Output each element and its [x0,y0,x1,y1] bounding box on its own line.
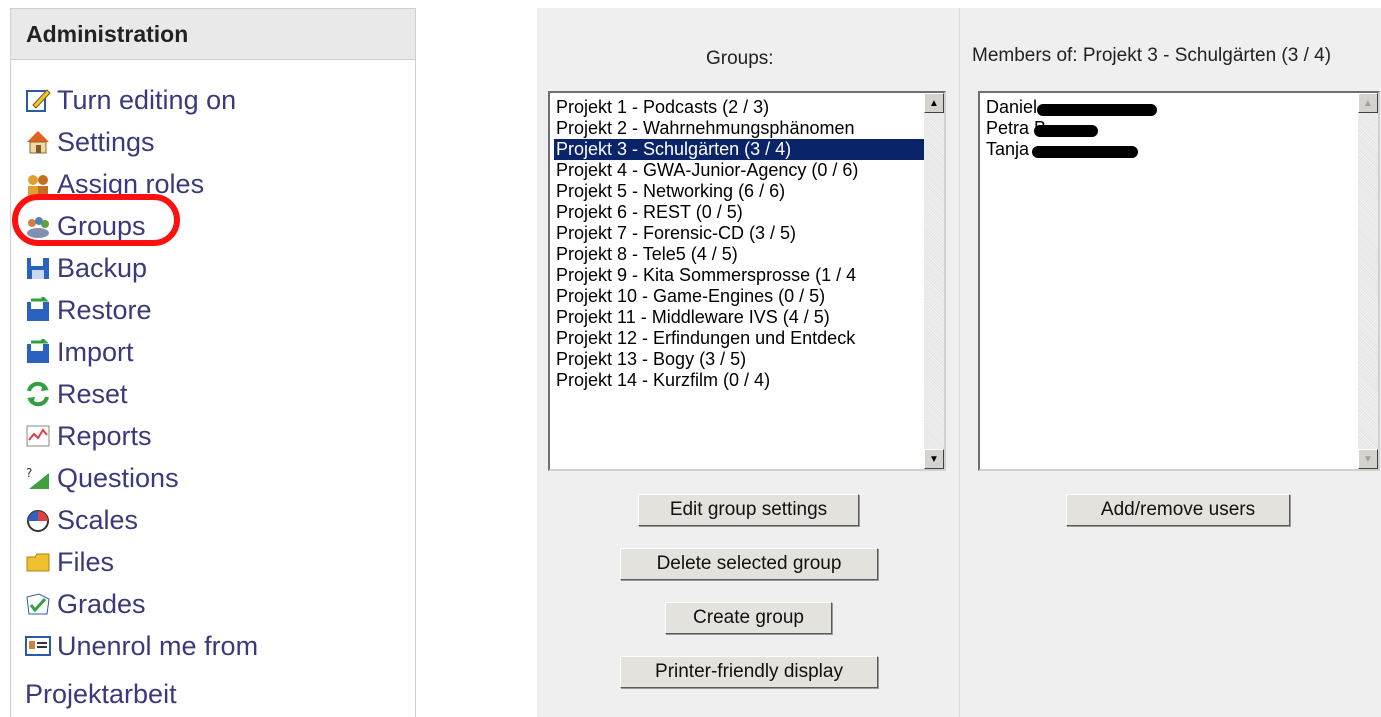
menu-backup[interactable]: Backup [25,248,147,288]
folder-icon [25,549,51,575]
menu-label: Questions [57,462,179,493]
menu-label: Grades [57,588,146,619]
menu-grades[interactable]: Grades [25,584,146,624]
printer-friendly-display-button[interactable]: Printer-friendly display [620,656,878,688]
redaction-mark [1037,104,1157,116]
group-option[interactable]: Projekt 5 - Networking (6 / 6) [554,181,944,202]
redaction-mark [1034,125,1098,137]
menu-turn-editing-on[interactable]: Turn editing on [25,80,236,120]
grades-icon [25,591,51,617]
menu-assign-roles[interactable]: Assign roles [25,164,204,204]
menu-label: Files [57,546,115,577]
svg-text:?: ? [26,466,32,480]
groups-list: Projekt 1 - Podcasts (2 / 3) Projekt 2 - … [550,93,944,391]
group-option[interactable]: Projekt 4 - GWA-Junior-Agency (0 / 6) [554,160,944,181]
scroll-up-button[interactable]: ▲ [1358,93,1378,113]
redaction-mark [1032,146,1138,158]
menu-unenrol-course[interactable]: Projektarbeit [25,679,177,710]
scroll-up-button[interactable]: ▲ [924,93,944,113]
groups-title: Groups: [706,48,774,69]
menu-import[interactable]: Import [25,332,134,372]
menu-reports[interactable]: Reports [25,416,152,456]
group-option[interactable]: Projekt 11 - Middleware IVS (4 / 5) [554,307,944,328]
groups-listbox[interactable]: Projekt 1 - Podcasts (2 / 3) Projekt 2 - … [548,91,946,471]
menu-unenrol[interactable]: Unenrol me from [25,626,258,666]
roles-icon [25,171,51,197]
menu-label: Reports [57,420,152,451]
unenrol-icon [25,633,51,659]
menu-files[interactable]: Files [25,542,114,582]
group-option[interactable]: Projekt 12 - Erfindungen und Entdeck [554,328,944,349]
groups-icon [25,213,51,239]
column-divider [959,8,960,717]
scroll-down-button[interactable]: ▼ [924,449,944,469]
import-icon [25,337,51,365]
group-option[interactable]: Projekt 13 - Bogy (3 / 5) [554,349,944,370]
questions-icon: ? [25,465,51,491]
menu-label: Backup [57,252,148,283]
group-option[interactable]: Projekt 7 - Forensic-CD (3 / 5) [554,223,944,244]
group-option[interactable]: Projekt 9 - Kita Sommersprosse (1 / 4 [554,265,944,286]
menu-label: Reset [57,378,128,409]
restore-icon [25,295,51,323]
menu-label: Assign roles [57,168,205,199]
menu-groups[interactable]: Groups [25,206,146,246]
backup-icon [25,255,51,281]
menu-reset[interactable]: Reset [25,374,128,414]
menu-label: Groups [57,210,146,241]
members-listbox[interactable]: Daniel Petra B Tanja ▲ ▼ [978,91,1380,471]
menu-label: Scales [57,504,139,535]
members-scrollbar[interactable]: ▲ ▼ [1358,93,1378,469]
settings-icon [25,129,51,155]
group-option[interactable]: Projekt 1 - Podcasts (2 / 3) [554,97,944,118]
add-remove-users-button[interactable]: Add/remove users [1066,494,1290,526]
menu-label: Import [57,336,134,367]
edit-icon [25,87,51,113]
menu-label: Turn editing on [57,84,237,115]
administration-block: Administration Turn editing on Settings … [10,8,416,717]
group-option[interactable]: Projekt 10 - Game-Engines (0 / 5) [554,286,944,307]
group-option[interactable]: Projekt 3 - Schulgärten (3 / 4) [554,139,944,160]
reset-icon [25,381,51,407]
menu-questions[interactable]: ? Questions [25,458,179,498]
administration-title: Administration [11,9,415,60]
menu-settings[interactable]: Settings [25,122,155,162]
reports-icon [25,423,51,449]
scroll-down-button[interactable]: ▼ [1358,449,1378,469]
group-option[interactable]: Projekt 6 - REST (0 / 5) [554,202,944,223]
delete-selected-group-button[interactable]: Delete selected group [620,548,878,580]
group-option[interactable]: Projekt 2 - Wahrnehmungsphänomen [554,118,944,139]
members-title: Members of: Projekt 3 - Schulgärten (3 /… [972,45,1332,66]
group-option[interactable]: Projekt 8 - Tele5 (4 / 5) [554,244,944,265]
menu-label: Unenrol me from [57,630,259,661]
edit-group-settings-button[interactable]: Edit group settings [638,494,859,526]
menu-scales[interactable]: Scales [25,500,138,540]
groups-scrollbar[interactable]: ▲ ▼ [924,93,944,469]
menu-label: Settings [57,126,155,157]
menu-restore[interactable]: Restore [25,290,152,330]
scales-icon [25,507,51,533]
menu-label: Restore [57,294,152,325]
create-group-button[interactable]: Create group [665,602,832,634]
group-option[interactable]: Projekt 14 - Kurzfilm (0 / 4) [554,370,944,391]
